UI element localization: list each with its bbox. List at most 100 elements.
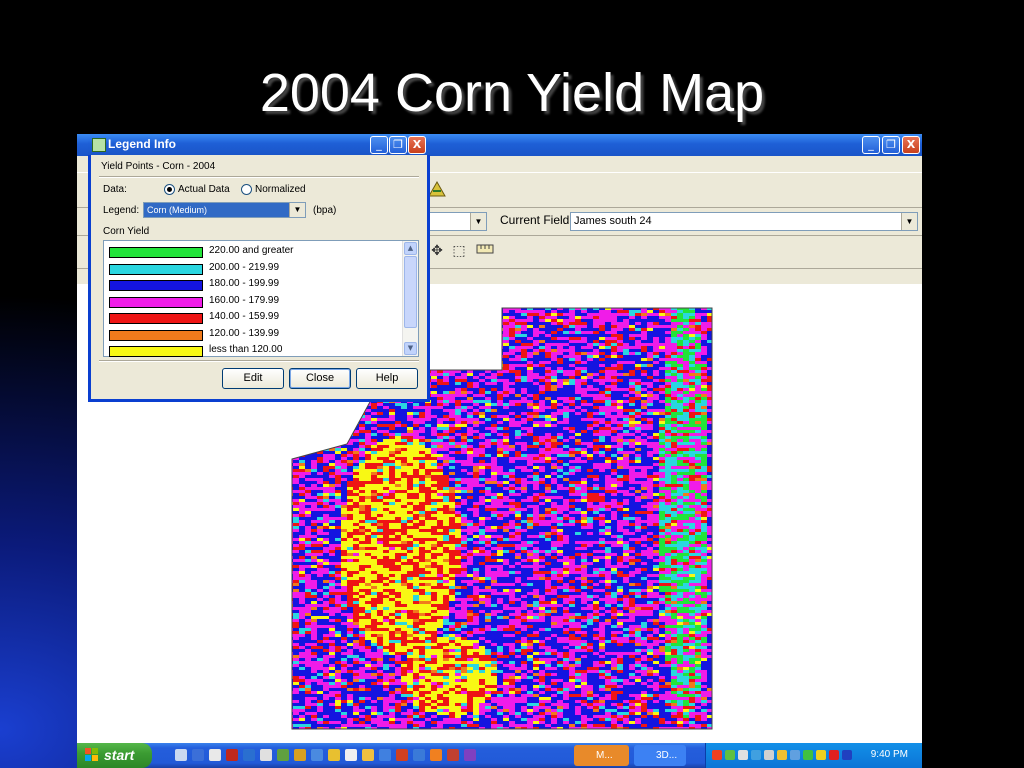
tray-icon[interactable] bbox=[777, 750, 787, 760]
actual-data-label[interactable]: Actual Data bbox=[178, 184, 230, 195]
range-label: 120.00 - 139.99 bbox=[209, 327, 280, 339]
quick-launch-icon[interactable] bbox=[277, 749, 289, 761]
legend-entry[interactable]: 160.00 - 179.99 bbox=[109, 294, 399, 310]
close-dialog-button[interactable]: Close bbox=[289, 368, 351, 389]
map-tool-icon[interactable] bbox=[427, 179, 447, 199]
quick-launch-icon[interactable] bbox=[175, 749, 187, 761]
quick-launch-icon[interactable] bbox=[226, 749, 238, 761]
scroll-thumb[interactable] bbox=[404, 256, 417, 328]
taskbar: start M... 3D... 9:40 PM bbox=[77, 743, 922, 768]
color-swatch bbox=[109, 280, 203, 291]
divider bbox=[99, 360, 419, 362]
slide-title: 2004 Corn Yield Map bbox=[259, 63, 765, 123]
ruler-icon[interactable] bbox=[475, 241, 495, 261]
legend-titlebar[interactable]: Legend Info _ ❐ X bbox=[88, 134, 430, 155]
tray-icon[interactable] bbox=[738, 750, 748, 760]
help-button[interactable]: Help bbox=[356, 368, 418, 389]
tray-icon[interactable] bbox=[803, 750, 813, 760]
quick-launch-icon[interactable] bbox=[464, 749, 476, 761]
quick-launch-icon[interactable] bbox=[209, 749, 221, 761]
quick-launch-icon[interactable] bbox=[413, 749, 425, 761]
close-button[interactable]: X bbox=[902, 136, 920, 154]
tray-icon[interactable] bbox=[790, 750, 800, 760]
quick-launch-icon[interactable] bbox=[362, 749, 374, 761]
quick-launch-icon[interactable] bbox=[379, 749, 391, 761]
quick-launch-icon[interactable] bbox=[430, 749, 442, 761]
tray-icon[interactable] bbox=[816, 750, 826, 760]
edit-button[interactable]: Edit bbox=[222, 368, 284, 389]
tray-icon[interactable] bbox=[764, 750, 774, 760]
legend-select-value: Corn (Medium) bbox=[147, 205, 208, 215]
color-swatch bbox=[109, 263, 203, 275]
quick-launch-icon[interactable] bbox=[243, 749, 255, 761]
start-button[interactable]: start bbox=[77, 743, 152, 768]
legend-scrollbar[interactable]: ▲ ▼ bbox=[402, 241, 418, 356]
quick-launch-icon[interactable] bbox=[192, 749, 204, 761]
color-swatch bbox=[109, 329, 203, 341]
task-label: M... bbox=[596, 750, 613, 761]
normalized-radio[interactable] bbox=[241, 184, 252, 195]
tray-icon[interactable] bbox=[712, 750, 722, 760]
current-field-label: Current Field: bbox=[500, 213, 573, 227]
range-label: 200.00 - 219.99 bbox=[209, 261, 280, 273]
color-swatch bbox=[109, 313, 203, 324]
data-label: Data: bbox=[103, 184, 127, 195]
legend-entry[interactable]: 180.00 - 199.99 bbox=[109, 277, 399, 293]
windows-logo-icon bbox=[85, 748, 98, 761]
actual-data-radio[interactable] bbox=[164, 184, 175, 195]
legend-entry[interactable]: less than 120.00 bbox=[109, 343, 399, 359]
task-label: 3D... bbox=[656, 750, 678, 761]
current-field-select[interactable]: James south 24 ▼ bbox=[570, 212, 918, 231]
chevron-down-icon[interactable]: ▼ bbox=[470, 213, 486, 230]
quick-launch-icon[interactable] bbox=[396, 749, 408, 761]
restore-button[interactable]: ❐ bbox=[882, 136, 900, 154]
section-label: Corn Yield bbox=[103, 226, 150, 237]
quick-launch-icon[interactable] bbox=[311, 749, 323, 761]
normalized-label[interactable]: Normalized bbox=[255, 184, 306, 195]
unit-label: (bpa) bbox=[313, 205, 337, 216]
tray-icon[interactable] bbox=[842, 750, 852, 760]
task-button-2[interactable]: 3D... bbox=[634, 745, 686, 766]
quick-launch-icon[interactable] bbox=[294, 749, 306, 761]
move-tool-icon[interactable]: ✥ bbox=[427, 241, 447, 261]
legend-close-button[interactable]: X bbox=[408, 136, 426, 154]
quick-launch-icon[interactable] bbox=[328, 749, 340, 761]
quick-launch-icon[interactable] bbox=[345, 749, 357, 761]
legend-app-icon bbox=[92, 138, 106, 152]
legend-entry[interactable]: 200.00 - 219.99 bbox=[109, 261, 399, 277]
legend-entry[interactable]: 220.00 and greater bbox=[109, 244, 399, 260]
quick-launch-icon[interactable] bbox=[447, 749, 459, 761]
select-tool-icon[interactable]: ⬚ bbox=[449, 241, 469, 261]
chevron-down-icon[interactable]: ▼ bbox=[901, 213, 917, 230]
legend-select[interactable]: Corn (Medium) ▼ bbox=[143, 202, 306, 218]
legend-info-dialog: Legend Info _ ❐ X Yield Points - Corn - … bbox=[88, 134, 430, 402]
legend-subtitle: Yield Points - Corn - 2004 bbox=[101, 161, 216, 172]
scroll-up-icon[interactable]: ▲ bbox=[404, 242, 417, 255]
legend-minimize-button[interactable]: _ bbox=[370, 136, 388, 154]
divider bbox=[99, 176, 419, 178]
range-label: 180.00 - 199.99 bbox=[209, 278, 280, 289]
range-label: 160.00 - 179.99 bbox=[209, 294, 280, 306]
range-label: 220.00 and greater bbox=[209, 245, 294, 256]
color-swatch bbox=[109, 247, 203, 258]
chevron-down-icon[interactable]: ▼ bbox=[289, 203, 305, 217]
system-tray: 9:40 PM bbox=[705, 743, 922, 768]
legend-entry[interactable]: 120.00 - 139.99 bbox=[109, 327, 399, 343]
tray-icon[interactable] bbox=[829, 750, 839, 760]
task-button-1[interactable]: M... bbox=[574, 745, 629, 766]
legend-label: Legend: bbox=[103, 205, 140, 216]
clock: 9:40 PM bbox=[870, 749, 908, 760]
scroll-down-icon[interactable]: ▼ bbox=[404, 342, 417, 355]
tray-icon[interactable] bbox=[751, 750, 761, 760]
range-label: less than 120.00 bbox=[209, 344, 283, 355]
legend-list[interactable]: ▲ ▼ 220.00 and greater 200.00 - 219.99 180… bbox=[103, 240, 419, 357]
tray-icon[interactable] bbox=[725, 750, 735, 760]
range-label: 140.00 - 159.99 bbox=[209, 311, 280, 322]
legend-entry[interactable]: 140.00 - 159.99 bbox=[109, 310, 399, 326]
field-selector[interactable]: ▼ bbox=[429, 212, 487, 231]
legend-restore-button[interactable]: ❐ bbox=[389, 136, 407, 154]
minimize-button[interactable]: _ bbox=[862, 136, 880, 154]
start-label: start bbox=[104, 747, 135, 763]
color-swatch bbox=[109, 346, 203, 357]
quick-launch-icon[interactable] bbox=[260, 749, 272, 761]
